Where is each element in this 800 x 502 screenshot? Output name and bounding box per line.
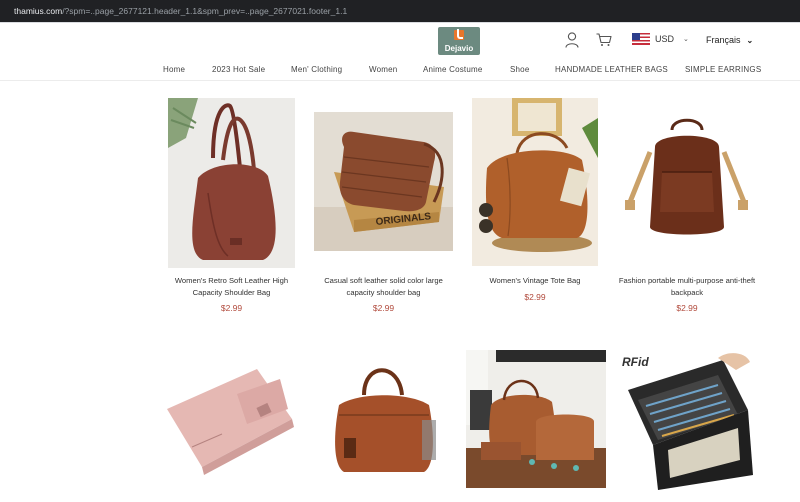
chevron-down-icon: ⌄ — [683, 36, 689, 43]
nav-item-shoe[interactable]: Shoe — [510, 65, 529, 74]
product-title[interactable]: Women's Retro Soft Leather High Capacity… — [168, 275, 295, 299]
site-header: Dejavio USD ⌄ Français ⌄ Home 2023 Hot S… — [0, 23, 800, 81]
product-price: $2.99 — [372, 303, 395, 313]
logo-text: Dejavio — [444, 44, 474, 53]
product-image[interactable]: ORIGINALS — [314, 112, 453, 251]
currency-label: USD — [655, 34, 675, 44]
product-grid: Women's Retro Soft Leather High Capacity… — [0, 82, 800, 502]
product-title[interactable]: Women's Vintage Tote Bag — [472, 275, 598, 287]
product-price: $2.99 — [676, 303, 698, 313]
nav-item-handmade-leather-bags[interactable]: HANDMADE LEATHER BAGS — [555, 65, 668, 74]
product-image[interactable] — [620, 112, 754, 246]
currency-selector[interactable]: USD ⌄ — [632, 33, 689, 45]
logo-mark-icon — [454, 29, 464, 40]
user-icon[interactable] — [565, 32, 579, 48]
chevron-down-icon: ⌄ — [746, 35, 754, 45]
us-flag-icon — [632, 33, 650, 45]
product-title[interactable]: Fashion portable multi-purpose anti-thef… — [616, 275, 758, 299]
product-image[interactable] — [466, 350, 606, 488]
rfid-label-text: RFid — [622, 355, 649, 369]
product-image[interactable] — [314, 350, 453, 489]
product-image[interactable] — [168, 98, 295, 268]
site-logo[interactable]: Dejavio — [438, 27, 480, 55]
language-label: Français — [706, 35, 741, 45]
product-price: $2.99 — [220, 303, 243, 313]
main-nav: Home 2023 Hot Sale Men' Clothing Women A… — [0, 65, 800, 79]
url-path: /?spm=..page_2677121.header_1.1&spm_prev… — [62, 6, 348, 16]
nav-item-simple-earrings[interactable]: SIMPLE EARRINGS — [685, 65, 761, 74]
product-price: $2.99 — [524, 292, 546, 302]
nav-item-hot-sale[interactable]: 2023 Hot Sale — [212, 65, 265, 74]
product-image[interactable] — [162, 349, 300, 489]
nav-item-anime-costume[interactable]: Anime Costume — [423, 65, 483, 74]
browser-url-bar[interactable]: thamius.com /?spm=..page_2677121.header_… — [0, 0, 800, 22]
product-image[interactable] — [472, 98, 598, 266]
product-title[interactable]: Casual soft leather solid color large ca… — [314, 275, 453, 299]
nav-item-women[interactable]: Women — [369, 65, 397, 74]
language-selector[interactable]: Français ⌄ — [706, 35, 753, 45]
nav-item-home[interactable]: Home — [163, 65, 185, 74]
url-host: thamius.com — [14, 6, 63, 16]
cart-icon[interactable] — [596, 33, 612, 47]
nav-item-mens-clothing[interactable]: Men' Clothing — [291, 65, 342, 74]
product-image[interactable]: RFid — [618, 350, 753, 490]
